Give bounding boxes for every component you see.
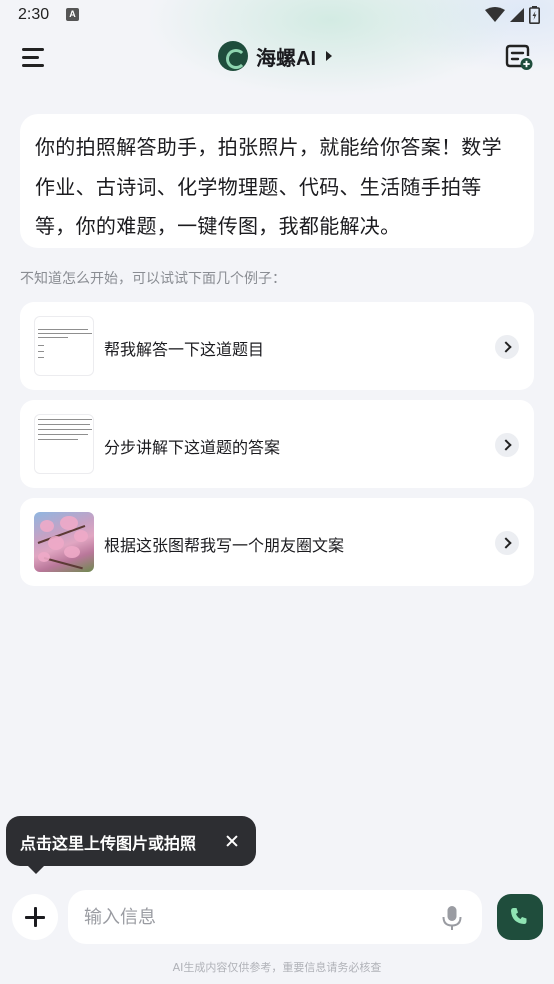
ai-disclaimer: AI生成内容仅供参考，重要信息请务必核查 xyxy=(172,961,382,974)
wifi-icon xyxy=(485,7,505,22)
status-time: 2:30 xyxy=(18,6,50,23)
example-label: 帮我解答一下这道题目 xyxy=(104,340,265,359)
mic-icon[interactable] xyxy=(440,905,464,931)
example-card-solve[interactable]: 帮我解答一下这道题目 xyxy=(20,302,534,390)
message-input-box xyxy=(68,890,482,944)
example-card-caption[interactable]: 根据这张图帮我写一个朋友圈文案 xyxy=(20,498,534,586)
upload-tooltip: 点击这里上传图片或拍照 xyxy=(6,816,256,874)
caret-right-icon xyxy=(326,51,332,61)
menu-icon-line xyxy=(22,64,44,67)
question-thumbnail xyxy=(34,414,94,474)
status-bar: 2:30 A xyxy=(0,0,554,32)
message-input[interactable] xyxy=(84,890,424,944)
intro-text: 你的拍照解答助手，拍张照片，就能给你答案！数学作业、古诗词、化学物理题、代码、生… xyxy=(35,135,502,238)
chevron-right-icon xyxy=(495,335,519,359)
upload-button[interactable] xyxy=(12,894,58,940)
blossom-photo-thumbnail xyxy=(34,512,94,572)
phone-icon xyxy=(511,908,527,924)
examples-hint: 不知道怎么开始，可以试试下面几个例子： xyxy=(20,271,286,287)
notification-icon: A xyxy=(66,8,79,21)
status-icons xyxy=(485,6,540,24)
new-chat-button[interactable] xyxy=(504,42,534,72)
close-icon[interactable] xyxy=(222,831,242,851)
model-switcher[interactable]: 海螺AI xyxy=(218,40,332,72)
signal-icon xyxy=(510,8,524,22)
menu-icon xyxy=(22,48,44,51)
menu-button[interactable] xyxy=(22,45,48,69)
menu-icon-line xyxy=(22,56,39,59)
voice-call-button[interactable] xyxy=(497,894,543,940)
top-app-bar: 海螺AI xyxy=(0,36,554,80)
chevron-right-icon xyxy=(495,433,519,457)
tooltip-text: 点击这里上传图片或拍照 xyxy=(20,834,197,853)
battery-icon xyxy=(529,6,540,24)
example-label: 根据这张图帮我写一个朋友圈文案 xyxy=(104,536,345,555)
chevron-right-icon xyxy=(495,531,519,555)
logo-icon xyxy=(218,41,248,71)
new-chat-icon xyxy=(505,44,533,70)
question-thumbnail xyxy=(34,316,94,376)
example-card-step-by-step[interactable]: 分步讲解下这道题的答案 xyxy=(20,400,534,488)
app-title: 海螺AI xyxy=(256,47,316,70)
example-label: 分步讲解下这道题的答案 xyxy=(104,438,281,457)
intro-message: 你的拍照解答助手，拍张照片，就能给你答案！数学作业、古诗词、化学物理题、代码、生… xyxy=(20,114,534,248)
